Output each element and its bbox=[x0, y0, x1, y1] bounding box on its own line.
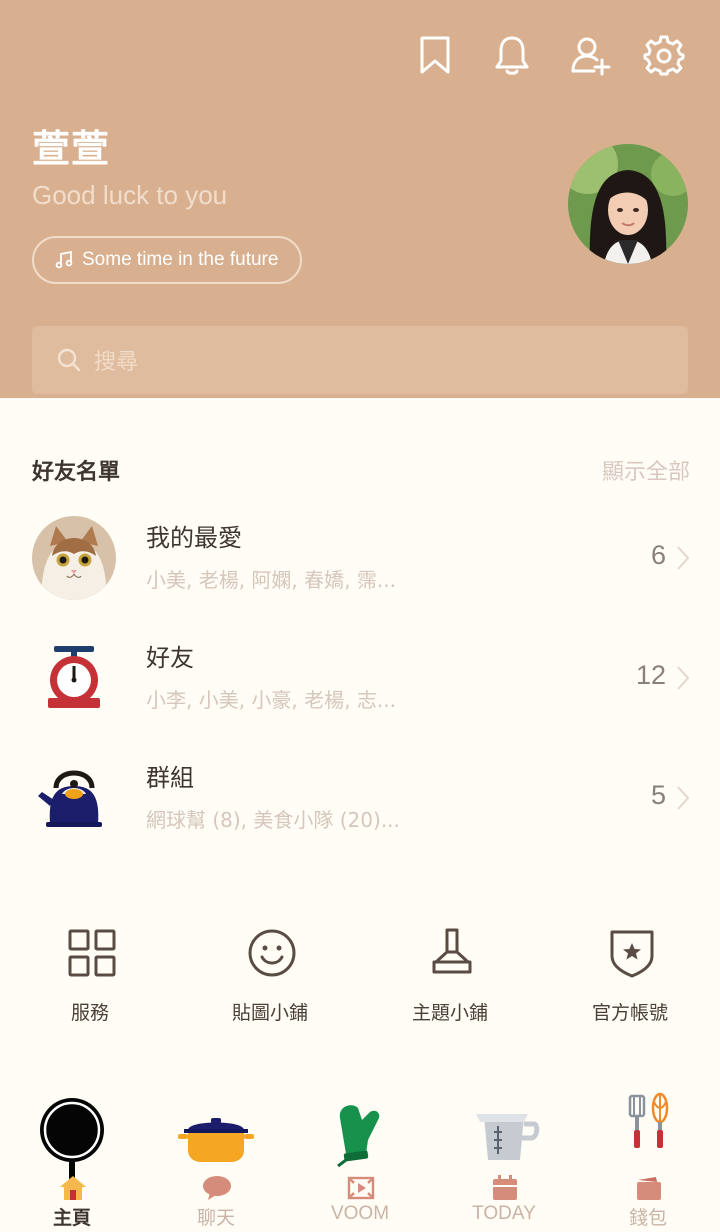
friend-group-count: 5 bbox=[650, 780, 666, 810]
shortcut-label: 服務 bbox=[70, 1002, 109, 1024]
chat-icon bbox=[202, 1174, 232, 1202]
chevron-right-icon bbox=[676, 544, 690, 572]
tab-voom[interactable]: VOOM bbox=[288, 1090, 432, 1232]
friend-group-groups[interactable]: 群組 網球幫 (8), 美食小隊 (20)... 5 bbox=[0, 756, 720, 866]
calendar-icon bbox=[490, 1174, 520, 1202]
tab-label: 聊天 bbox=[196, 1208, 235, 1229]
friend-group-count: 12 bbox=[635, 660, 666, 690]
profile-name[interactable]: 萱萱 bbox=[32, 118, 110, 173]
pot-icon bbox=[166, 1090, 266, 1180]
shield-star-icon bbox=[606, 926, 658, 980]
tab-chat[interactable]: 聊天 bbox=[144, 1090, 288, 1232]
theme-shop-shortcut[interactable]: 主題小鋪 bbox=[360, 926, 540, 1036]
show-all-link[interactable]: 顯示全部 bbox=[602, 454, 690, 486]
kitchen-utensils-icon bbox=[598, 1090, 698, 1180]
grid-icon bbox=[66, 926, 118, 980]
cat-avatar-icon bbox=[32, 516, 116, 600]
kettle-icon bbox=[32, 756, 116, 840]
friend-group-members: 網球幫 (8), 美食小隊 (20)... bbox=[146, 808, 400, 832]
tab-home[interactable]: 主頁 bbox=[0, 1090, 144, 1232]
status-message[interactable]: Good luck to you bbox=[32, 180, 227, 211]
friend-list-title: 好友名單 bbox=[32, 460, 121, 485]
profile-music-pill[interactable]: Some time in the future bbox=[32, 236, 303, 284]
friend-group-title: 群組 bbox=[146, 764, 194, 792]
tab-today[interactable]: TODAY bbox=[432, 1090, 576, 1232]
tab-label: TODAY bbox=[472, 1203, 536, 1224]
search-bar[interactable]: 搜尋 bbox=[32, 326, 688, 394]
friend-group-members: 小美, 老楊, 阿嫻, 春嬌, 霈... bbox=[146, 568, 396, 592]
profile-avatar[interactable] bbox=[568, 144, 688, 264]
wallet-icon bbox=[634, 1174, 664, 1202]
search-input[interactable]: 搜尋 bbox=[94, 344, 138, 376]
tab-label: 主頁 bbox=[52, 1208, 91, 1229]
home-icon bbox=[58, 1174, 88, 1202]
bell-icon[interactable] bbox=[491, 34, 533, 76]
frying-pan-icon bbox=[22, 1090, 122, 1180]
kitchen-scale-icon bbox=[32, 636, 116, 720]
friend-group-members: 小李, 小美, 小豪, 老楊, 志... bbox=[146, 688, 396, 712]
brush-icon bbox=[426, 926, 478, 980]
profile-header: 萱萱 Good luck to you Some time in the fut… bbox=[0, 0, 720, 398]
tab-label: VOOM bbox=[330, 1203, 390, 1224]
friend-group-title: 好友 bbox=[146, 644, 194, 672]
shortcut-label: 主題小鋪 bbox=[411, 1002, 488, 1024]
tab-wallet[interactable]: 錢包 bbox=[576, 1090, 720, 1232]
shortcut-label: 貼圖小鋪 bbox=[231, 1002, 308, 1024]
music-note-icon bbox=[54, 250, 74, 270]
smiley-icon bbox=[246, 926, 298, 980]
voom-icon bbox=[346, 1174, 376, 1202]
add-friend-icon[interactable] bbox=[570, 34, 612, 76]
profile-music-title: Some time in the future bbox=[82, 249, 279, 270]
friend-group-count: 6 bbox=[650, 540, 666, 570]
friend-group-favorites[interactable]: 我的最愛 小美, 老楊, 阿嫻, 春嬌, 霈... 6 bbox=[0, 516, 720, 626]
oven-mitt-icon bbox=[310, 1090, 410, 1180]
tab-label: 錢包 bbox=[628, 1208, 667, 1229]
official-accounts-shortcut[interactable]: 官方帳號 bbox=[540, 926, 720, 1036]
shortcut-label: 官方帳號 bbox=[591, 1002, 668, 1024]
bookmark-icon[interactable] bbox=[414, 34, 456, 76]
friend-group-friends[interactable]: 好友 小李, 小美, 小豪, 老楊, 志... 12 bbox=[0, 636, 720, 746]
chevron-right-icon bbox=[676, 664, 690, 692]
sticker-shop-shortcut[interactable]: 貼圖小鋪 bbox=[180, 926, 360, 1036]
search-icon bbox=[56, 347, 82, 373]
friend-group-title: 我的最愛 bbox=[146, 524, 242, 552]
services-shortcut[interactable]: 服務 bbox=[0, 926, 180, 1036]
chevron-right-icon bbox=[676, 784, 690, 812]
measuring-cup-icon bbox=[454, 1090, 554, 1180]
settings-gear-icon[interactable] bbox=[643, 34, 685, 76]
